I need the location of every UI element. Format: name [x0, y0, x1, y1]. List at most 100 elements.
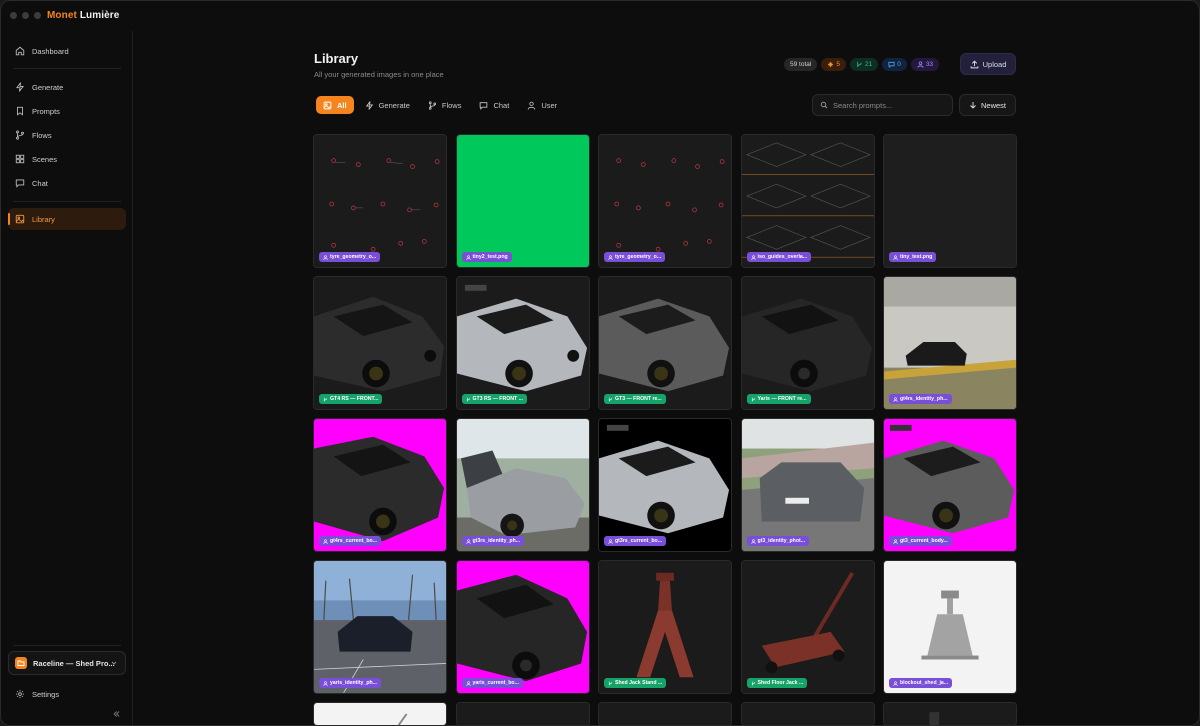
user-icon [323, 680, 328, 686]
image-card[interactable]: blockout_shed_ja... [883, 560, 1017, 694]
sidebar-item-generate[interactable]: Generate [8, 76, 126, 98]
bolt-icon [16, 82, 24, 92]
close-window-button[interactable] [10, 12, 17, 19]
filter-user[interactable]: User [520, 96, 564, 114]
image-card[interactable] [598, 702, 732, 725]
chevron-down-icon [111, 661, 117, 665]
branch-icon [857, 61, 862, 68]
thumbnail-image [599, 703, 731, 725]
image-card[interactable]: gt4rs_identity_ph... [883, 276, 1017, 410]
sidebar-item-label: Flows [32, 130, 52, 140]
sidebar-item-flows[interactable]: Flows [8, 124, 126, 146]
sidebar-item-scenes[interactable]: Scenes [8, 148, 126, 170]
collapse-sidebar-icon[interactable] [111, 709, 121, 719]
branch-icon [751, 681, 755, 685]
image-card[interactable]: tiny2_test.png [455, 134, 590, 268]
filter-generate[interactable]: Generate [358, 96, 417, 114]
image-card[interactable]: gt3_current_body... [883, 418, 1017, 552]
project-switcher[interactable]: Raceline — Shed Pro... [8, 651, 126, 675]
image-card[interactable]: gt3rs_identity_ph... [455, 418, 590, 552]
thumbnail-image [456, 277, 589, 409]
sort-dropdown[interactable]: Newest [959, 94, 1016, 116]
page-subtitle: All your generated images in one place [314, 70, 444, 79]
image-card[interactable]: Yaris — FRONT re... [740, 276, 875, 410]
search-input[interactable] [833, 100, 943, 110]
image-card[interactable] [313, 702, 447, 725]
source-tag: GT3 — FRONT re... [604, 394, 666, 404]
upload-button[interactable]: Upload [960, 53, 1016, 75]
image-card[interactable]: GT3 RS — FRONT ... [455, 276, 590, 410]
source-tag: iso_guides_overla... [746, 252, 812, 262]
search-icon [820, 101, 828, 109]
user-icon [750, 538, 756, 544]
image-card[interactable] [455, 702, 590, 725]
maximize-window-button[interactable] [34, 12, 41, 19]
image-card[interactable]: gt3_identity_phot... [740, 418, 875, 552]
source-tag: Shed Floor Jack ... [746, 678, 808, 688]
minimize-window-button[interactable] [22, 12, 29, 19]
user-icon [323, 254, 328, 260]
user-icon [323, 538, 328, 544]
filter-flows[interactable]: Flows [421, 96, 469, 114]
thumbnail-image [599, 277, 731, 409]
active-indicator [8, 213, 10, 225]
source-tag: gt3rs_identity_ph... [461, 536, 525, 546]
user-icon [893, 254, 898, 260]
image-card[interactable]: yaris_current_bo... [455, 560, 590, 694]
user-icon [608, 254, 613, 260]
image-card[interactable] [740, 702, 875, 725]
filter-chat[interactable]: Chat [472, 96, 516, 114]
app-brand: Monet Lumière [47, 10, 119, 21]
image-card[interactable]: GT4 RS — FRONT... [313, 276, 447, 410]
source-tag: tiny_test.png [889, 252, 937, 262]
thumbnail-image [741, 277, 874, 409]
image-card[interactable]: yaris_identity_ph... [313, 560, 447, 694]
thumbnail-image [456, 419, 589, 551]
image-card[interactable]: GT3 — FRONT re... [598, 276, 732, 410]
bolt-icon [365, 100, 373, 110]
thumbnail-image [314, 703, 446, 725]
thumbnail-image [884, 419, 1016, 551]
sidebar-item-chat[interactable]: Chat [8, 172, 126, 194]
image-card[interactable]: gt4rs_current_bo... [313, 418, 447, 552]
source-tag: yaris_current_bo... [461, 678, 523, 688]
sidebar-item-label: Prompts [32, 106, 60, 116]
image-card[interactable]: Shed Jack Stand ... [598, 560, 732, 694]
sidebar-item-label: Generate [32, 82, 64, 92]
image-icon [15, 214, 25, 224]
thumbnail-image [456, 561, 589, 693]
source-tag: tyre_geometry_o... [604, 252, 666, 262]
filter-all[interactable]: All [316, 96, 354, 114]
image-card[interactable] [883, 702, 1017, 725]
image-card[interactable]: tiny_test.png [883, 134, 1017, 268]
sidebar-item-settings[interactable]: Settings [8, 683, 126, 705]
source-tag: GT3 RS — FRONT ... [461, 394, 527, 404]
source-tag: Yaris — FRONT re... [746, 394, 811, 404]
sidebar-item-label: Library [32, 214, 55, 224]
image-card[interactable]: tyre_geometry_o... [598, 134, 732, 268]
image-card[interactable]: Shed Floor Jack ... [740, 560, 875, 694]
image-icon [323, 101, 332, 109]
sidebar-item-prompts[interactable]: Prompts [8, 100, 126, 122]
folder-icon [15, 657, 27, 669]
sidebar-item-library[interactable]: Library [8, 208, 126, 230]
thumbnail-image [741, 419, 874, 551]
project-name: Raceline — Shed Pro... [33, 658, 115, 668]
title-bar: Monet Lumière [1, 1, 133, 31]
app-window: Monet Lumière Dashboard Generate Prompts… [0, 0, 1200, 726]
branch-icon [428, 100, 436, 110]
image-card[interactable]: gt3rs_current_bo... [598, 418, 732, 552]
user-icon [917, 61, 924, 68]
sidebar-item-label: Chat [32, 178, 48, 188]
brand-second: Lumière [79, 10, 120, 21]
settings-label: Settings [32, 689, 60, 699]
gear-icon [15, 689, 25, 699]
user-icon [750, 254, 756, 260]
thumbnail-image [314, 135, 446, 267]
image-card[interactable]: tyre_geometry_o... [313, 134, 447, 268]
sidebar-item-dashboard[interactable]: Dashboard [8, 40, 126, 62]
source-tag: yaris_identity_ph... [319, 678, 381, 688]
source-tag: gt4rs_current_bo... [319, 536, 381, 546]
image-card[interactable]: iso_guides_overla... [740, 134, 875, 268]
chat-icon [480, 101, 488, 110]
